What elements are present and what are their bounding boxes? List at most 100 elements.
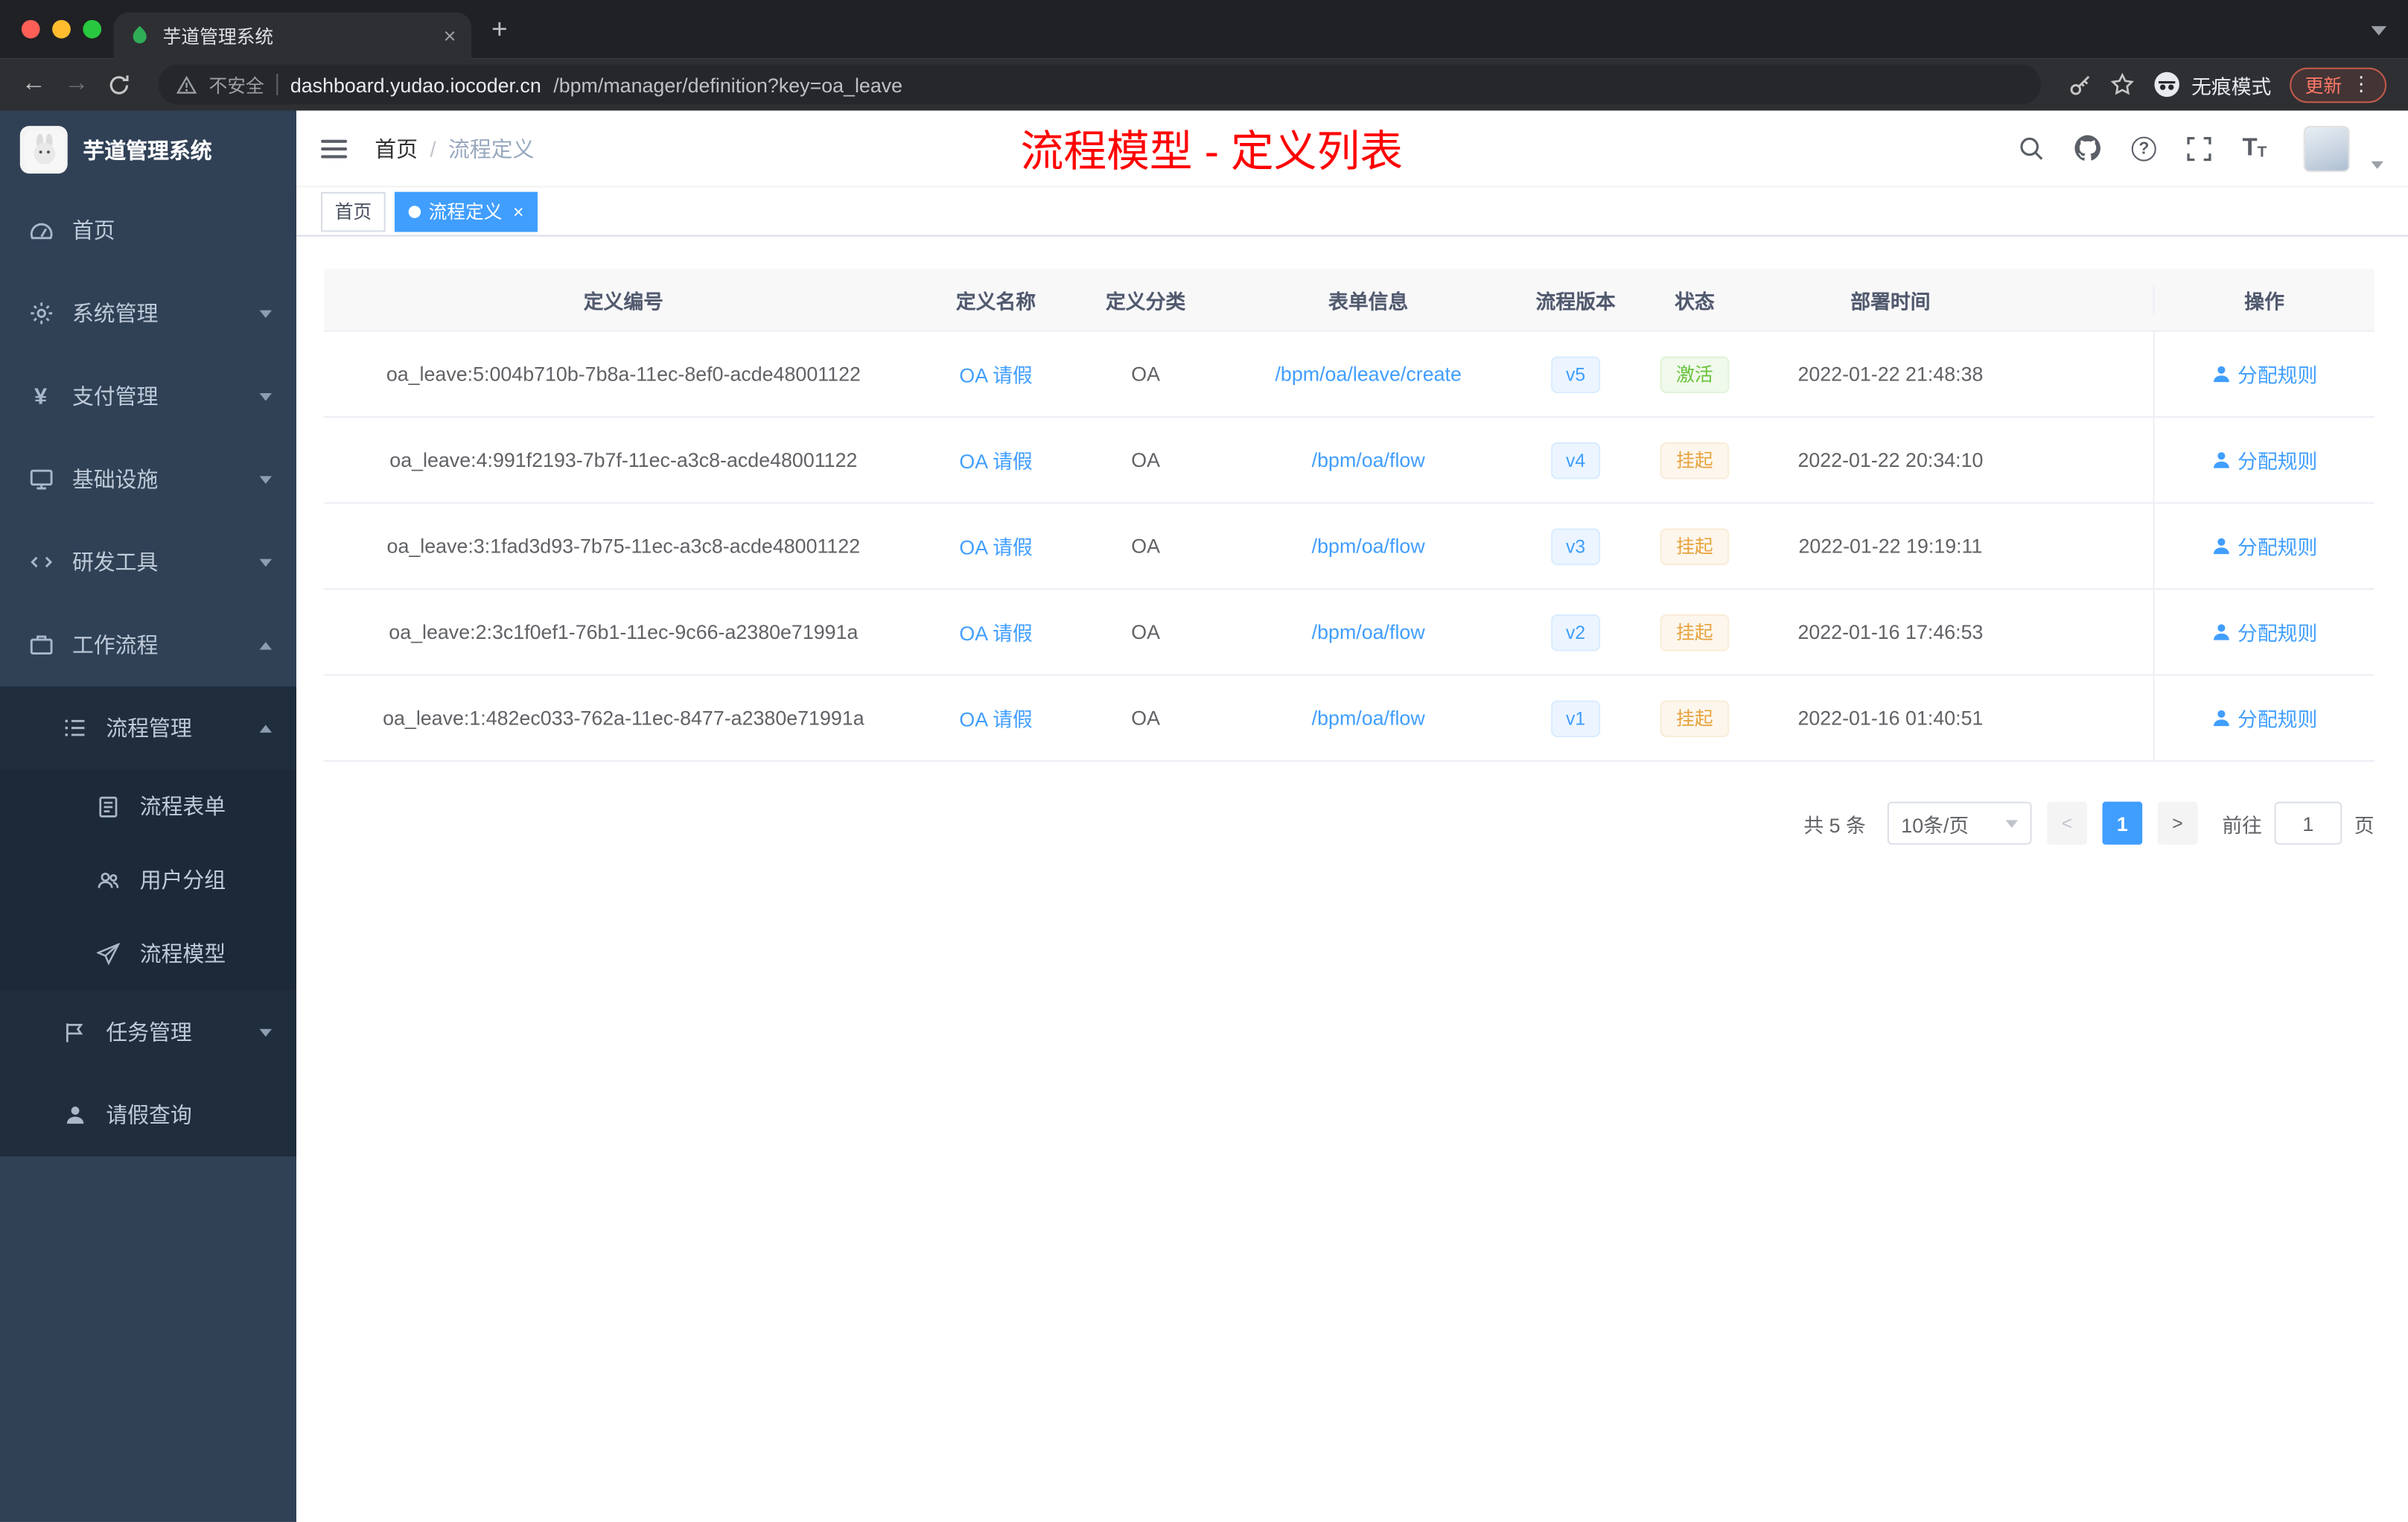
sidebar-item-process-management[interactable]: 流程管理 xyxy=(0,686,297,770)
assign-rule-button[interactable]: 分配规则 xyxy=(2211,445,2317,474)
caret-down-icon[interactable] xyxy=(2371,160,2383,168)
version-tag: v5 xyxy=(1550,355,1601,392)
tag-process-definition[interactable]: 流程定义 × xyxy=(395,191,538,232)
sidebar-item-process-form[interactable]: 流程表单 xyxy=(0,769,297,844)
status-badge: 挂起 xyxy=(1660,527,1729,564)
tag-close-icon[interactable]: × xyxy=(513,202,523,220)
incognito-label: 无痕模式 xyxy=(2191,74,2272,98)
sidebar-item-label: 请假查询 xyxy=(106,1102,192,1127)
page-content: 定义编号 定义名称 定义分类 表单信息 流程版本 状态 部署时间 操作 oa_l… xyxy=(296,236,2408,845)
sidebar-item-infrastructure[interactable]: 基础设施 xyxy=(0,438,296,520)
font-size-icon[interactable]: TT xyxy=(2242,136,2267,161)
browser-address-bar: ← → 不安全 dashboard.yudao.iocoder.cn /bpm/… xyxy=(0,58,2408,111)
app-header: 首页 / 流程定义 流程模型 - 定义列表 ? TT xyxy=(296,110,2408,188)
breadcrumb-home[interactable]: 首页 xyxy=(375,133,418,163)
sidebar-item-task-management[interactable]: 任务管理 xyxy=(0,990,297,1074)
form-link[interactable]: /bpm/oa/leave/create xyxy=(1275,363,1461,386)
next-page-button[interactable]: > xyxy=(2157,801,2198,845)
url-domain: dashboard.yudao.iocoder.cn xyxy=(290,72,541,96)
chevron-down-icon xyxy=(259,1028,273,1037)
tag-home[interactable]: 首页 xyxy=(321,191,386,232)
prev-page-button[interactable]: < xyxy=(2047,801,2087,845)
definition-id: oa_leave:5:004b710b-7b8a-11ec-8ef0-acde4… xyxy=(386,362,861,386)
form-link[interactable]: /bpm/oa/flow xyxy=(1312,620,1425,643)
sidebar-item-home[interactable]: 首页 xyxy=(0,189,296,272)
deploy-time: 2022-01-16 17:46:53 xyxy=(1797,620,1984,644)
back-icon[interactable]: ← xyxy=(22,71,46,97)
sidebar-item-devtools[interactable]: 研发工具 xyxy=(0,520,296,603)
gear-icon xyxy=(28,301,54,325)
form-link[interactable]: /bpm/oa/flow xyxy=(1312,707,1425,730)
assign-rule-button[interactable]: 分配规则 xyxy=(2211,617,2317,646)
breadcrumb-separator: / xyxy=(430,136,436,161)
sidebar-logo[interactable]: 芋道管理系统 xyxy=(0,111,296,189)
window-controls xyxy=(21,19,102,39)
definition-name-link[interactable]: OA 请假 xyxy=(959,617,1032,646)
github-icon[interactable] xyxy=(2074,135,2101,162)
reload-icon[interactable] xyxy=(107,73,130,96)
sidebar: 芋道管理系统 首页 系统管理 ¥ 支付管理 基础设施 研发工具 工作流程 流程管… xyxy=(0,110,297,1522)
deploy-time: 2022-01-16 01:40:51 xyxy=(1797,706,1984,730)
forward-icon[interactable]: → xyxy=(65,71,89,97)
assign-rule-button[interactable]: 分配规则 xyxy=(2211,704,2317,733)
chevron-down-icon xyxy=(2005,819,2019,827)
definition-name-link[interactable]: OA 请假 xyxy=(959,532,1032,561)
browser-update-button[interactable]: 更新 ⋮ xyxy=(2290,66,2387,103)
maximize-window-button[interactable] xyxy=(83,19,102,39)
sidebar-item-payment[interactable]: ¥ 支付管理 xyxy=(0,354,296,437)
browser-menu-icon[interactable]: ⋮ xyxy=(2351,72,2372,97)
collapse-sidebar-icon[interactable] xyxy=(321,138,348,158)
update-label: 更新 xyxy=(2305,74,2342,96)
sidebar-item-system[interactable]: 系统管理 xyxy=(0,272,296,354)
app-title: 芋道管理系统 xyxy=(83,137,212,162)
search-icon[interactable] xyxy=(2018,136,2044,162)
definition-name-link[interactable]: OA 请假 xyxy=(959,360,1032,389)
definition-table: 定义编号 定义名称 定义分类 表单信息 流程版本 状态 部署时间 操作 oa_l… xyxy=(324,268,2374,762)
bookmark-star-icon[interactable] xyxy=(2110,72,2135,97)
version-tag: v4 xyxy=(1550,441,1601,479)
assign-rule-button[interactable]: 分配规则 xyxy=(2211,360,2317,389)
sidebar-item-leave-query[interactable]: 请假查询 xyxy=(0,1073,297,1157)
browser-tab[interactable]: 芋道管理系统 × xyxy=(113,12,472,59)
fullscreen-icon[interactable] xyxy=(2187,136,2211,161)
security-label: 不安全 xyxy=(208,74,264,96)
sidebar-item-workflow[interactable]: 工作流程 xyxy=(0,604,296,687)
tab-close-icon[interactable]: × xyxy=(444,25,456,46)
assign-rule-button[interactable]: 分配规则 xyxy=(2211,532,2317,561)
sidebar-item-label: 研发工具 xyxy=(71,550,159,575)
tab-search-icon[interactable] xyxy=(2371,26,2387,36)
table-row: oa_leave:4:991f2193-7b7f-11ec-a3c8-acde4… xyxy=(324,418,2374,504)
definition-category: OA xyxy=(1131,362,1160,386)
table-row: oa_leave:2:3c1f0ef1-76b1-11ec-9c66-a2380… xyxy=(324,590,2374,676)
minimize-window-button[interactable] xyxy=(52,19,71,39)
page-size-select[interactable]: 10条/页 xyxy=(1887,801,2032,845)
key-icon[interactable] xyxy=(2068,73,2092,96)
sidebar-item-user-group[interactable]: 用户分组 xyxy=(0,843,297,917)
chevron-down-icon xyxy=(259,392,273,401)
sidebar-item-label: 任务管理 xyxy=(106,1019,192,1045)
sidebar-item-process-model[interactable]: 流程模型 xyxy=(0,917,297,991)
pagination: 共 5 条 10条/页 < 1 > 前往 页 xyxy=(324,801,2374,845)
form-link[interactable]: /bpm/oa/flow xyxy=(1312,535,1425,558)
table-row: oa_leave:1:482ec033-762a-11ec-8477-a2380… xyxy=(324,675,2374,762)
column-header: 定义名称 xyxy=(955,289,1036,313)
current-page-button[interactable]: 1 xyxy=(2102,801,2143,845)
help-icon[interactable]: ? xyxy=(2131,136,2156,161)
column-header: 状态 xyxy=(1675,289,1715,313)
main-area: 首页 / 流程定义 流程模型 - 定义列表 ? TT 首页 流程定义 × 定义编… xyxy=(296,110,2408,1522)
form-link[interactable]: /bpm/oa/flow xyxy=(1312,448,1425,471)
definition-category: OA xyxy=(1131,706,1160,730)
close-window-button[interactable] xyxy=(21,19,40,39)
row-spacer xyxy=(2029,332,2153,416)
header-actions: ? TT xyxy=(2018,125,2383,171)
definition-name-link[interactable]: OA 请假 xyxy=(959,445,1032,474)
monitor-icon xyxy=(28,467,54,491)
avatar[interactable] xyxy=(2303,125,2350,171)
incognito-icon xyxy=(2153,71,2181,98)
page-goto-input[interactable] xyxy=(2274,801,2342,845)
code-icon xyxy=(28,550,54,574)
definition-category: OA xyxy=(1131,620,1160,644)
definition-name-link[interactable]: OA 请假 xyxy=(959,704,1032,733)
new-tab-button[interactable]: + xyxy=(491,14,508,46)
url-omnibox[interactable]: 不安全 dashboard.yudao.iocoder.cn /bpm/mana… xyxy=(158,64,2041,105)
